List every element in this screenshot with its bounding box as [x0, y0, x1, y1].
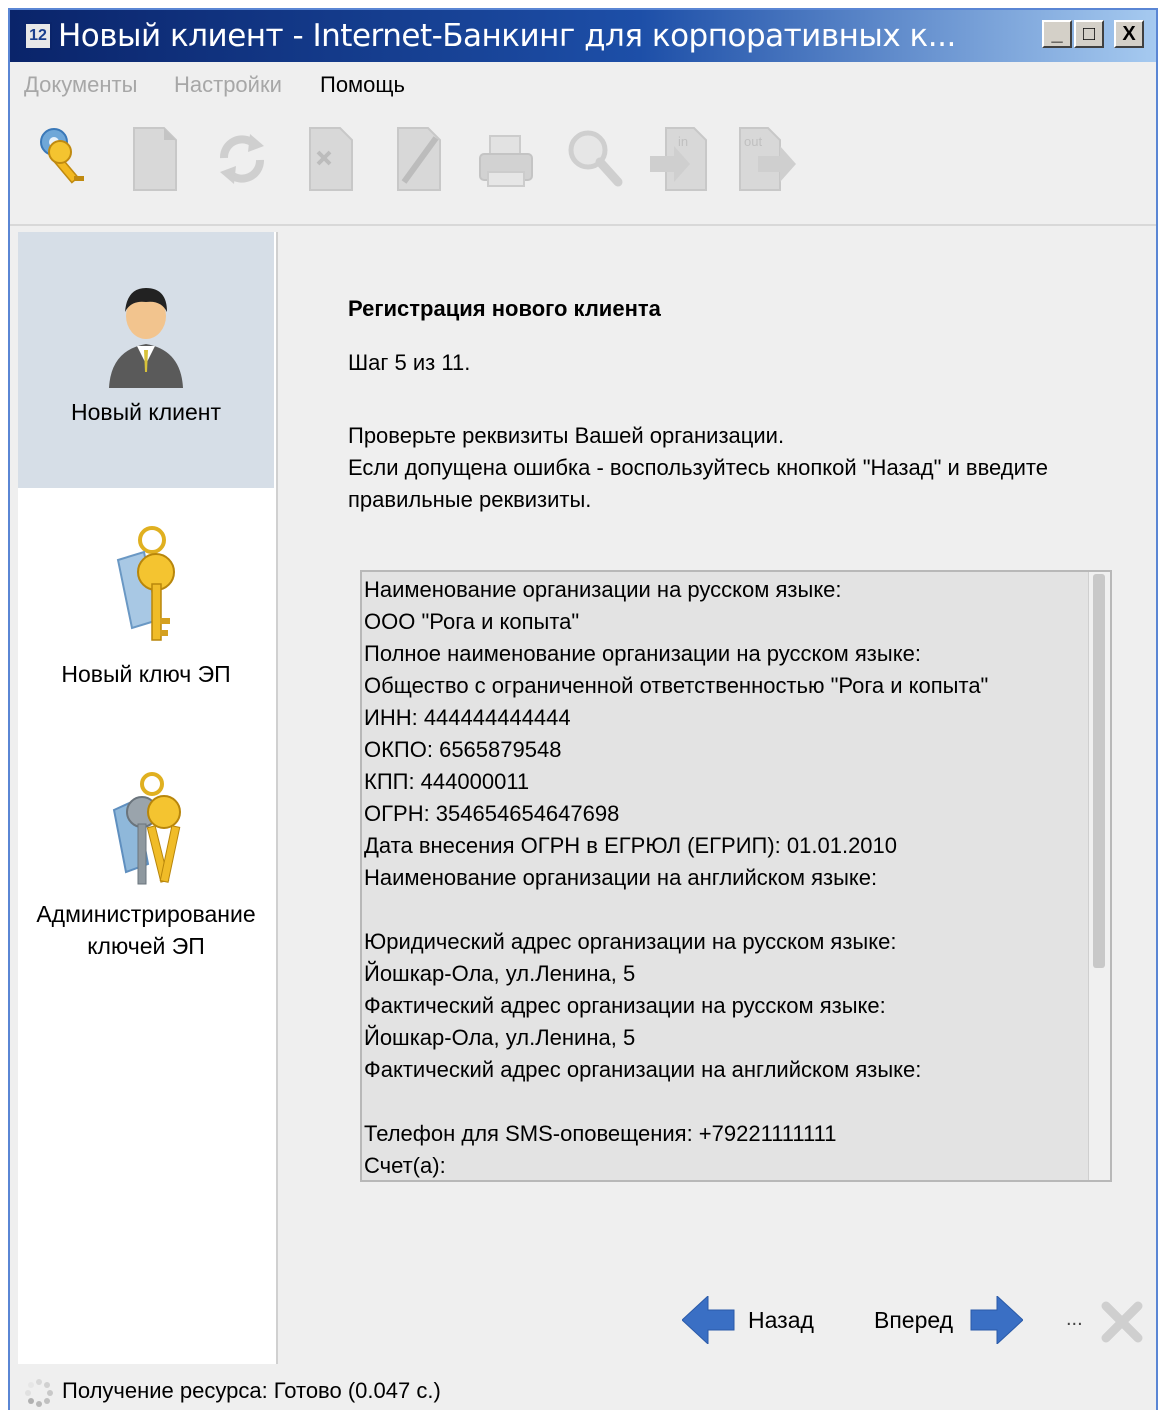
details-line: Фактический адрес организации на английс… — [364, 1057, 922, 1082]
details-line: Наименование организации на русском язык… — [364, 577, 842, 602]
export-out-icon: out — [739, 127, 796, 191]
edit-document-icon — [397, 127, 441, 191]
instruction-line: правильные реквизиты. — [348, 487, 592, 512]
back-button[interactable]: Назад — [682, 1292, 814, 1348]
organization-details-text: Наименование организации на русском язык… — [364, 574, 1090, 1180]
details-line: ОКПО: 6565879548 — [364, 737, 562, 762]
details-line — [364, 1086, 1090, 1118]
export-button[interactable]: out — [734, 124, 798, 194]
keys-admin-icon — [112, 772, 181, 885]
details-line: КПП: 444000011 — [364, 769, 530, 794]
sidebar-item-new-client[interactable]: Новый клиент — [18, 232, 274, 488]
close-icon — [1101, 1301, 1143, 1343]
details-line: ООО "Рога и копыта" — [364, 609, 580, 634]
import-button[interactable]: in — [648, 124, 712, 194]
details-line: Счет(а): — [364, 1153, 446, 1178]
out-label: out — [744, 134, 762, 149]
window-title: Новый клиент - Internet-Банкинг для корп… — [58, 18, 956, 54]
menu-settings[interactable]: Настройки — [174, 72, 282, 98]
forward-label: Вперед — [874, 1306, 954, 1333]
app-window: 12 Новый клиент - Internet-Банкинг для к… — [8, 8, 1158, 1410]
sidebar-item-label: Новый клиент — [70, 399, 221, 425]
details-line: Общество с ограниченной ответственностью… — [364, 673, 989, 698]
sidebar-item-label: Новый ключ ЭП — [61, 661, 231, 687]
arrow-left-icon — [682, 1296, 735, 1344]
menu-documents[interactable]: Документы — [24, 72, 137, 98]
arrow-right-icon — [970, 1296, 1024, 1344]
more-options-button[interactable]: ... — [1066, 1308, 1083, 1331]
keys-icon — [40, 128, 84, 184]
details-line: Йошкар-Ола, ул.Ленина, 5 — [364, 961, 636, 986]
details-line: ИНН: 444444444444 — [364, 705, 571, 730]
minimize-button[interactable]: _ — [1042, 20, 1072, 48]
details-scrollbar[interactable] — [1088, 572, 1110, 1180]
details-line: Фактический адрес организации на русском… — [364, 993, 886, 1018]
menu-help[interactable]: Помощь — [320, 72, 405, 98]
details-line: Наименование организации на английском я… — [364, 865, 878, 890]
refresh-button[interactable] — [210, 124, 274, 194]
details-line: Дата внесения ОГРН в ЕГРЮЛ (ЕГРИП): 01.0… — [364, 833, 898, 858]
sidebar-item-label-line1: Администрирование — [36, 901, 256, 927]
status-bar: Получение ресурса: Готово (0.047 с.) — [10, 1368, 1156, 1410]
client-avatar-icon — [109, 288, 183, 388]
details-line — [364, 894, 1090, 926]
sidebar-item-new-key[interactable]: Новый ключ ЭП — [18, 522, 274, 722]
new-document-button[interactable] — [124, 124, 188, 194]
forward-button[interactable]: Вперед — [874, 1292, 1024, 1348]
details-line: ОГРН: 354654654647698 — [364, 801, 620, 826]
details-line: Юридический адрес организации на русском… — [364, 929, 897, 954]
title-bar[interactable]: 12 Новый клиент - Internet-Банкинг для к… — [10, 10, 1156, 62]
step-indicator: Шаг 5 из 11. — [348, 350, 471, 375]
keys-button[interactable] — [34, 124, 98, 194]
scrollbar-thumb[interactable] — [1093, 574, 1105, 968]
sidebar-item-label-line2: ключей ЭП — [87, 933, 205, 959]
details-line: Телефон для SMS-оповещения: +79221111111 — [364, 1121, 837, 1146]
organization-details-textarea[interactable]: Наименование организации на русском язык… — [360, 570, 1112, 1182]
back-label: Назад — [748, 1306, 814, 1333]
import-in-icon: in — [650, 127, 707, 191]
in-label: in — [678, 134, 688, 149]
instructions: Проверьте реквизиты Вашей организации. Е… — [348, 420, 1148, 516]
delete-document-button[interactable] — [300, 124, 364, 194]
print-icon — [479, 135, 533, 187]
sidebar: Новый клиент Новый ключ ЭП Администриров… — [18, 232, 278, 1364]
sidebar-item-keys-admin[interactable]: Администрирование ключей ЭП — [18, 772, 274, 972]
delete-document-icon — [309, 127, 353, 191]
new-document-icon — [133, 127, 177, 191]
toolbar: in out — [10, 102, 1156, 226]
new-key-icon — [116, 526, 175, 641]
refresh-icon — [220, 134, 264, 184]
print-button[interactable] — [474, 124, 538, 194]
close-window-button[interactable]: X — [1114, 20, 1144, 48]
maximize-button[interactable]: □ — [1074, 20, 1104, 48]
main-content: Регистрация нового клиента Шаг 5 из 11. … — [280, 232, 1156, 1364]
search-button[interactable] — [562, 124, 626, 194]
details-line: Йошкар-Ола, ул.Ленина, 5 — [364, 1025, 636, 1050]
status-text: Получение ресурса: Готово (0.047 с.) — [62, 1378, 441, 1403]
search-icon — [568, 130, 623, 187]
cancel-button[interactable] — [1100, 1300, 1144, 1349]
page-title: Регистрация нового клиента — [348, 296, 661, 321]
edit-document-button[interactable] — [388, 124, 452, 194]
details-line: Полное наименование организации на русск… — [364, 641, 921, 666]
instruction-line: Если допущена ошибка - воспользуйтесь кн… — [348, 455, 1048, 480]
loading-spinner-icon — [25, 1379, 53, 1407]
menu-bar: Документы Настройки Помощь — [10, 62, 1156, 102]
instruction-line: Проверьте реквизиты Вашей организации. — [348, 423, 785, 448]
app-logo-icon: 12 — [24, 22, 52, 50]
